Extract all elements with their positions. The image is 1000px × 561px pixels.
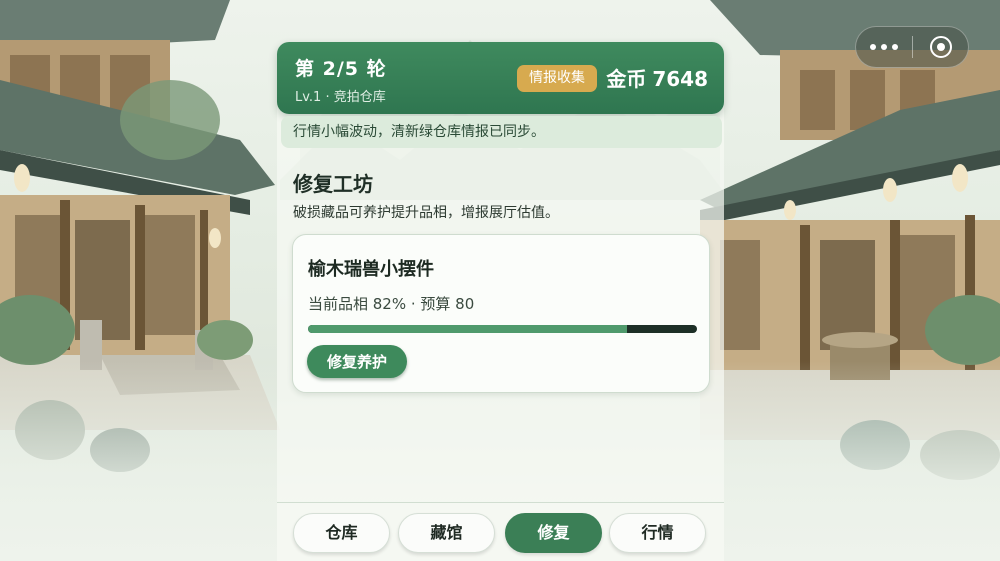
round-subtitle: Lv.1 · 竞拍仓库 xyxy=(295,90,386,105)
repair-item-card: 榆木瑞兽小摆件 当前品相 82% · 预算 80 修复养护 xyxy=(292,234,710,393)
condition-progress-bar xyxy=(308,325,697,333)
item-stats: 当前品相 82% · 预算 80 xyxy=(308,295,475,313)
coin-value: 7648 xyxy=(652,67,708,91)
condition-progress-fill xyxy=(308,325,627,333)
intel-collect-button[interactable]: 情报收集 xyxy=(517,65,597,92)
round-title: 第 2/5 轮 xyxy=(295,58,387,80)
repair-button[interactable]: 修复养护 xyxy=(307,345,407,378)
item-name: 榆木瑞兽小摆件 xyxy=(308,259,434,280)
nav-tab-museum[interactable]: 藏馆 xyxy=(398,513,495,553)
miniprogram-capsule xyxy=(855,26,969,68)
bottom-nav: 仓库 藏馆 修复 行情 xyxy=(277,502,724,561)
nav-tab-market[interactable]: 行情 xyxy=(609,513,706,553)
section-title: 修复工坊 xyxy=(293,172,373,196)
round-header: 第 2/5 轮 Lv.1 · 竞拍仓库 情报收集 金币 7648 xyxy=(277,42,724,114)
more-dots-icon[interactable] xyxy=(856,27,912,67)
nav-tab-repair[interactable]: 修复 xyxy=(505,513,602,553)
coin-label: 金币 xyxy=(606,67,647,91)
close-circle-icon[interactable] xyxy=(913,27,968,67)
market-notice: 行情小幅波动，清新绿仓库情报已同步。 xyxy=(281,116,722,148)
nav-tab-warehouse[interactable]: 仓库 xyxy=(293,513,390,553)
coin-balance: 金币 7648 xyxy=(606,63,708,92)
section-description: 破损藏品可养护提升品相，增报展厅估值。 xyxy=(293,205,559,221)
